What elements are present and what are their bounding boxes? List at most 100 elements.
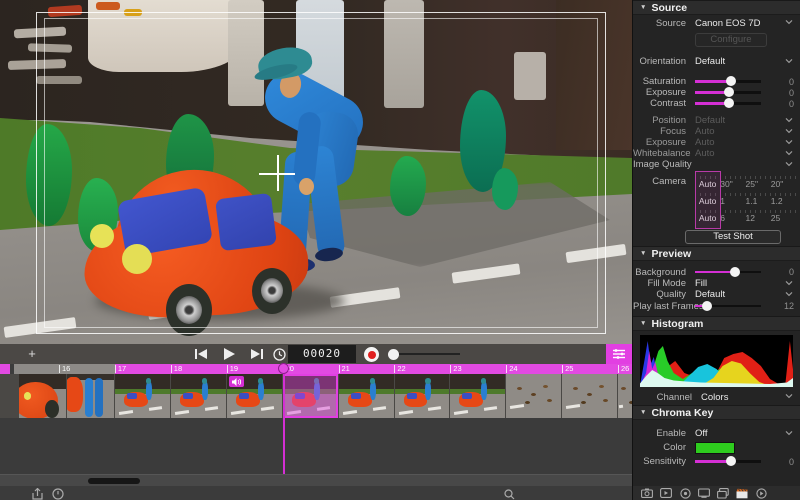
timeline-ruler[interactable]: 1617181920212223242526 [0, 364, 632, 374]
slider-knob[interactable] [724, 87, 734, 97]
chroma-color-swatch[interactable] [695, 442, 735, 454]
slider-track[interactable] [695, 102, 761, 105]
camera-settings-grid: CameraAuto30"25"20"Auto11.11.2Auto61225 [633, 174, 800, 225]
disclosure-triangle-icon[interactable]: ▼ [640, 320, 646, 327]
audio-clip-badge[interactable] [229, 376, 244, 387]
timeline-track-area[interactable] [0, 418, 632, 474]
histogram-plot [640, 335, 793, 387]
clock-icon[interactable] [52, 487, 65, 499]
video-play-icon[interactable] [660, 488, 672, 499]
slider-knob[interactable] [730, 267, 740, 277]
slider-knob[interactable] [726, 76, 736, 86]
frame-thumbnail[interactable] [395, 374, 449, 418]
camera-value-cell[interactable]: 1.2 [771, 195, 796, 208]
chevron-down-icon[interactable] [785, 277, 793, 288]
chevron-down-icon[interactable] [785, 125, 793, 136]
slider-track[interactable] [695, 91, 761, 94]
chevron-down-icon[interactable] [785, 114, 793, 125]
frame-thumbnail[interactable] [19, 374, 66, 418]
layers-icon[interactable] [717, 488, 729, 499]
transport-bar: + 00020 [0, 344, 632, 364]
frame-thumbnail[interactable] [618, 374, 632, 418]
frame-thumbnail[interactable] [506, 374, 561, 418]
test-shot-button[interactable]: Test Shot [685, 230, 781, 244]
section-header-chroma-key[interactable]: ▼Chroma Key [633, 405, 800, 420]
frame-thumbnail[interactable] [450, 374, 505, 418]
dropdown-value[interactable]: Default [695, 115, 725, 126]
section-header-preview[interactable]: ▼Preview [633, 246, 800, 261]
playhead-handle[interactable] [278, 363, 289, 374]
slider-value: 0 [789, 77, 794, 87]
dropdown-value[interactable]: Default [695, 56, 725, 67]
dropdown-value[interactable]: Auto [695, 148, 715, 159]
monitor-icon[interactable] [698, 488, 710, 499]
timeline-settings-button[interactable] [606, 344, 632, 364]
camera-value-cell[interactable]: 1.1 [746, 195, 771, 208]
chevron-down-icon[interactable] [785, 288, 793, 299]
dropdown-value[interactable]: Off [695, 428, 708, 439]
camera-value-cell[interactable]: 20" [771, 178, 796, 191]
chevron-down-icon[interactable] [785, 16, 793, 27]
play-button[interactable] [218, 346, 240, 362]
camera-value-cell[interactable]: 25 [771, 212, 796, 225]
onion-skin-slider[interactable] [390, 353, 460, 355]
ruler-tick-label: 24 [509, 364, 517, 374]
slider-fill [695, 271, 735, 274]
camera-value-cell[interactable]: 6 [720, 212, 745, 225]
chevron-down-icon[interactable] [785, 55, 793, 66]
timer-clock-icon[interactable] [268, 346, 290, 362]
camera-value-cell[interactable]: 30" [720, 178, 745, 191]
frame-thumbnail[interactable] [339, 374, 394, 418]
slider-knob[interactable] [724, 98, 734, 108]
frame-thumbnail[interactable] [171, 374, 226, 418]
camera-viewport[interactable] [0, 0, 632, 344]
slider-track[interactable] [695, 271, 761, 274]
disclosure-triangle-icon[interactable]: ▼ [640, 409, 646, 416]
slider-track[interactable] [695, 80, 761, 83]
chevron-down-icon[interactable] [785, 158, 793, 169]
play-circle-icon[interactable] [755, 488, 767, 499]
chevron-down-icon[interactable] [785, 136, 793, 147]
dropdown-value[interactable]: Auto [695, 137, 715, 148]
whitebalance-label: Whitebalance [633, 148, 695, 159]
chevron-down-icon[interactable] [785, 147, 793, 158]
dropdown-value[interactable]: Fill [695, 278, 707, 289]
quality-row: QualityDefault [633, 289, 800, 300]
slider-track[interactable] [695, 305, 761, 308]
slider-knob[interactable] [726, 456, 736, 466]
dropdown-value[interactable]: Canon EOS 7D [695, 18, 760, 29]
camera-value-cell[interactable]: 25" [746, 178, 771, 191]
record-button[interactable] [364, 347, 379, 362]
export-icon[interactable] [32, 487, 45, 499]
channel-value[interactable]: Colors [701, 392, 728, 403]
section-header-source[interactable]: ▼ Source [633, 0, 800, 15]
dropdown-value[interactable]: Auto [695, 126, 715, 137]
chevron-down-icon[interactable] [785, 427, 793, 438]
enable-row: EnableOff [633, 427, 800, 440]
timeline-scrollbar[interactable] [0, 474, 632, 486]
scrollbar-thumb[interactable] [88, 478, 140, 484]
frame-thumbnail-selected[interactable] [283, 374, 338, 418]
next-frame-button[interactable] [246, 346, 268, 362]
previous-frame-button[interactable] [190, 346, 212, 362]
frame-thumbnail[interactable] [67, 374, 114, 418]
section-title: Source [651, 2, 687, 14]
record-circle-icon[interactable] [679, 488, 691, 499]
disclosure-triangle-icon[interactable]: ▼ [640, 250, 646, 257]
clapperboard-icon[interactable] [736, 488, 748, 499]
frame-thumbnail[interactable] [115, 374, 170, 418]
slider-track[interactable] [695, 460, 761, 463]
camera-grid[interactable]: Auto30"25"20"Auto11.11.2Auto61225 [695, 174, 796, 225]
frame-thumbnail[interactable] [562, 374, 617, 418]
section-header-histogram[interactable]: ▼Histogram [633, 316, 800, 331]
chevron-down-icon[interactable] [785, 390, 793, 401]
camera-value-cell[interactable]: 1 [720, 195, 745, 208]
dropdown-value[interactable]: Default [695, 289, 725, 300]
slider-knob[interactable] [702, 301, 712, 311]
camera-icon[interactable] [641, 488, 653, 499]
add-frame-button[interactable]: + [24, 346, 40, 362]
camera-auto-selection-box [695, 171, 721, 229]
frame-thumbnail[interactable] [227, 374, 282, 418]
camera-value-cell[interactable]: 12 [746, 212, 771, 225]
disclosure-triangle-icon[interactable]: ▼ [640, 4, 646, 11]
